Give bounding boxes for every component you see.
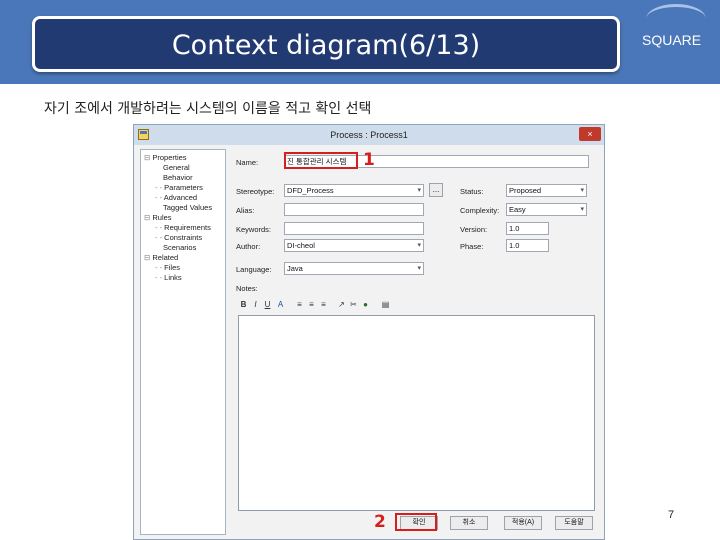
chevron-down-icon: ▾: [580, 187, 584, 194]
document-icon[interactable]: ▤: [380, 299, 391, 311]
alias-input[interactable]: [284, 203, 424, 216]
version-label: Version:: [460, 225, 488, 234]
stereotype-browse-button[interactable]: ...: [429, 183, 443, 197]
slide-title: Context diagram(6/13): [171, 30, 481, 61]
help-button[interactable]: 도움말: [555, 516, 593, 530]
tree-item-rules[interactable]: ⊟ Rules: [144, 213, 172, 222]
notes-label: Notes:: [236, 284, 258, 293]
name-highlight-box: [284, 152, 358, 169]
slide-subtitle: 자기 조에서 개발하려는 시스템의 이름을 적고 확인 선택: [44, 101, 372, 117]
bullet-list-icon[interactable]: ≡: [294, 299, 305, 311]
phase-label: Phase:: [460, 242, 484, 251]
dialog-title: Process : Process1: [330, 130, 408, 140]
brand-arc-icon: [646, 4, 706, 34]
font-color-icon[interactable]: A: [275, 299, 286, 311]
tree-item-related[interactable]: ⊟ Related: [144, 253, 178, 262]
close-button[interactable]: ×: [579, 127, 601, 141]
cancel-button[interactable]: 취소: [450, 516, 488, 530]
hyperlink-icon[interactable]: ↗: [336, 299, 347, 311]
annotation-marker-2: 2: [374, 512, 386, 532]
chevron-down-icon: ▾: [580, 206, 584, 213]
stereotype-select[interactable]: DFD_Process ▾: [284, 184, 424, 197]
keywords-label: Keywords:: [236, 225, 272, 234]
cut-icon[interactable]: ✂: [348, 299, 359, 311]
page-number: 7: [668, 509, 675, 521]
status-select[interactable]: Proposed ▾: [506, 184, 587, 197]
ok-highlight-box: [395, 513, 437, 531]
complexity-label: Complexity:: [460, 206, 500, 215]
tree-item-parameters[interactable]: - - Parameters: [155, 183, 203, 192]
tree-item-advanced[interactable]: - - Advanced: [155, 193, 197, 202]
phase-input[interactable]: 1.0: [506, 239, 549, 252]
author-select[interactable]: DI-cheol ▾: [284, 239, 424, 252]
properties-tree[interactable]: ⊟ Properties General Behavior - - Parame…: [140, 149, 226, 535]
keywords-input[interactable]: [284, 222, 424, 235]
bold-icon[interactable]: B: [238, 299, 249, 311]
underline-icon[interactable]: U: [262, 299, 273, 311]
slide-header: Context diagram(6/13) SQUARE: [0, 0, 720, 84]
tree-item-general[interactable]: General: [163, 163, 190, 172]
language-select[interactable]: Java ▾: [284, 262, 424, 275]
alias-label: Alias:: [236, 206, 255, 215]
process-dialog: Process : Process1 × ⊟ Properties Genera…: [133, 124, 605, 540]
tree-item-properties[interactable]: ⊟ Properties: [144, 153, 187, 162]
apply-button[interactable]: 적용(A): [504, 516, 542, 530]
italic-icon[interactable]: I: [250, 299, 261, 311]
author-label: Author:: [236, 242, 261, 251]
chevron-down-icon: ▾: [417, 265, 421, 272]
tree-item-links[interactable]: - - Links: [155, 273, 182, 282]
indent-icon[interactable]: ≡: [318, 299, 329, 311]
notes-toolbar: B I U A ≡ ≡ ≡ ↗ ✂ ● ▤: [234, 299, 594, 313]
numbered-list-icon[interactable]: ≡: [306, 299, 317, 311]
spellcheck-icon[interactable]: ●: [360, 299, 371, 311]
dialog-titlebar[interactable]: Process : Process1 ×: [134, 125, 604, 145]
complexity-select[interactable]: Easy ▾: [506, 203, 587, 216]
chevron-down-icon: ▾: [417, 242, 421, 249]
stereotype-label: Stereotype:: [236, 187, 275, 196]
tree-item-tagged-values[interactable]: Tagged Values: [163, 203, 212, 212]
title-box: Context diagram(6/13): [32, 16, 620, 72]
tree-item-files[interactable]: - - Files: [155, 263, 180, 272]
tree-item-behavior[interactable]: Behavior: [163, 173, 193, 182]
tree-item-constraints[interactable]: - - Constraints: [155, 233, 202, 242]
name-label: Name:: [236, 158, 259, 167]
tree-item-requirements[interactable]: - - Requirements: [155, 223, 211, 232]
version-input[interactable]: 1.0: [506, 222, 549, 235]
notes-textarea[interactable]: [238, 315, 595, 511]
tree-item-scenarios[interactable]: Scenarios: [163, 243, 196, 252]
chevron-down-icon: ▾: [417, 187, 421, 194]
annotation-marker-1: 1: [363, 150, 375, 170]
status-label: Status:: [460, 187, 484, 196]
brand-logo-text: SQUARE: [642, 32, 702, 48]
language-label: Language:: [236, 265, 272, 274]
